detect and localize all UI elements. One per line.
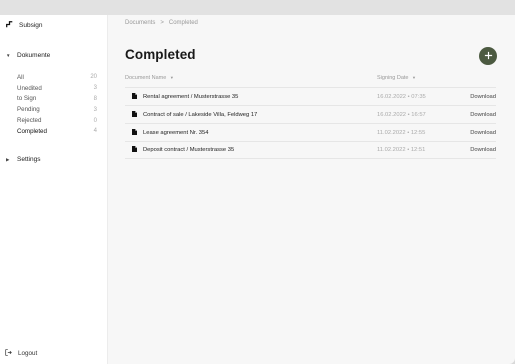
signing-date: 16.02.2022 • 07:35 — [377, 93, 426, 100]
app-window: Subsign ▼ Dokumente All 20 Unedited 3 to… — [0, 15, 515, 364]
download-button[interactable]: Download — [462, 130, 496, 136]
sidebar-item-count: 3 — [93, 106, 97, 113]
sidebar-item-label: to Sign — [17, 95, 37, 103]
signing-date: 11.02.2022 • 12:55 — [377, 129, 426, 136]
table-row[interactable]: Lease agreement Nr. 354 11.02.2022 • 12:… — [125, 123, 496, 141]
section-label: Dokumente — [17, 52, 51, 59]
sidebar-item-completed[interactable]: Completed 4 — [17, 126, 97, 137]
document-name: Rental agreement / Musterstrasse 35 — [143, 93, 239, 100]
document-icon — [132, 146, 137, 154]
signing-date: 16.02.2022 • 16:57 — [377, 111, 426, 118]
sidebar-item-all[interactable]: All 20 — [17, 72, 97, 83]
main-content: Documents > Completed Completed Document… — [108, 15, 515, 364]
logout-button[interactable]: Logout — [5, 349, 37, 358]
table-body: Rental agreement / Musterstrasse 35 16.0… — [125, 87, 496, 159]
section-label: Settings — [17, 156, 41, 163]
browser-top-bar — [0, 0, 515, 15]
sidebar-item-count: 8 — [93, 95, 97, 102]
sidebar-item-label: Completed — [17, 127, 47, 135]
breadcrumb-separator: > — [160, 20, 164, 26]
sidebar-item-label: All — [17, 73, 24, 81]
sidebar: Subsign ▼ Dokumente All 20 Unedited 3 to… — [0, 15, 108, 364]
caret-right-icon: ▶ — [6, 156, 10, 162]
app-name: Subsign — [19, 21, 43, 29]
document-name-cell: Lease agreement Nr. 354 — [125, 128, 377, 137]
document-icon — [132, 110, 137, 119]
signing-date: 11.02.2022 • 12:51 — [377, 147, 426, 153]
column-header-document-name[interactable]: Document Name ▼ — [125, 75, 377, 81]
sort-down-icon: ▼ — [169, 74, 174, 80]
download-button[interactable]: Download — [462, 94, 496, 100]
sidebar-section-settings[interactable]: ▶ Settings — [6, 156, 41, 163]
table-row[interactable]: Rental agreement / Musterstrasse 35 16.0… — [125, 87, 496, 105]
sidebar-item-count: 0 — [93, 117, 97, 124]
document-icon — [132, 92, 137, 101]
column-header-label: Signing Date — [377, 74, 409, 81]
plus-icon — [484, 47, 493, 65]
document-name-cell: Contract of sale / Lakeside Villa, Feldw… — [125, 110, 377, 119]
subsign-logo-icon — [6, 20, 13, 30]
sidebar-item-count: 3 — [93, 85, 97, 92]
document-icon — [132, 128, 137, 137]
sidebar-item-to-sign[interactable]: to Sign 8 — [17, 94, 97, 105]
brand[interactable]: Subsign — [6, 19, 43, 31]
documents-nav: All 20 Unedited 3 to Sign 8 Pending 3 Re… — [17, 72, 97, 137]
table-header: Document Name ▼ Signing Date ▼ — [125, 73, 496, 82]
table-row[interactable]: Deposit contract / Musterstrasse 35 11.0… — [125, 141, 496, 159]
download-button[interactable]: Download — [462, 112, 496, 118]
sort-down-icon: ▼ — [412, 74, 416, 80]
document-name: Lease agreement Nr. 354 — [143, 129, 209, 136]
breadcrumb-current: Completed — [168, 20, 198, 26]
sidebar-item-unedited[interactable]: Unedited 3 — [17, 83, 97, 94]
breadcrumb: Documents > Completed — [125, 20, 198, 26]
document-name-cell: Rental agreement / Musterstrasse 35 — [125, 92, 377, 101]
caret-down-icon: ▼ — [6, 53, 11, 58]
download-button[interactable]: Download — [462, 147, 496, 153]
table-row[interactable]: Contract of sale / Lakeside Villa, Feldw… — [125, 105, 496, 123]
sidebar-item-pending[interactable]: Pending 3 — [17, 104, 97, 115]
sidebar-item-count: 20 — [90, 74, 97, 81]
sidebar-item-count: 4 — [93, 128, 97, 135]
document-name: Contract of sale / Lakeside Villa, Feldw… — [143, 111, 258, 118]
column-header-signing-date[interactable]: Signing Date ▼ — [377, 75, 496, 81]
logout-label: Logout — [18, 350, 38, 357]
sidebar-item-label: Pending — [17, 106, 40, 114]
column-header-label: Document Name — [125, 74, 167, 81]
document-name-cell: Deposit contract / Musterstrasse 35 — [125, 146, 377, 154]
add-document-button[interactable] — [479, 47, 497, 65]
sidebar-item-label: Unedited — [17, 84, 42, 92]
sidebar-section-documents[interactable]: ▼ Dokumente — [6, 52, 50, 59]
document-name: Deposit contract / Musterstrasse 35 — [143, 147, 235, 153]
sidebar-item-rejected[interactable]: Rejected 0 — [17, 115, 97, 126]
documents-table: Document Name ▼ Signing Date ▼ Rental ag… — [125, 73, 496, 159]
logout-icon — [5, 349, 12, 358]
page-title: Completed — [125, 47, 196, 62]
sidebar-item-label: Rejected — [17, 117, 42, 125]
breadcrumb-documents[interactable]: Documents — [125, 20, 155, 26]
